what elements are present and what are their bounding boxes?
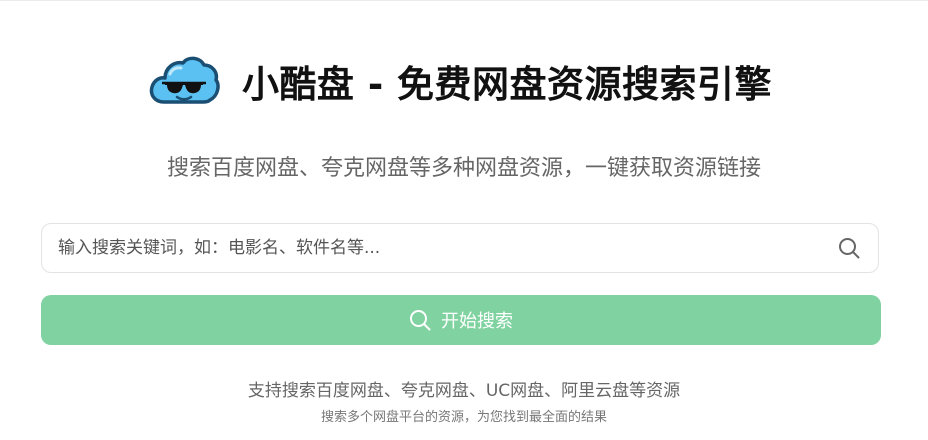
footer-description: 搜索多个网盘平台的资源，为您找到最全面的结果 — [320, 410, 607, 425]
cool-cloud-sunglasses-icon — [148, 52, 220, 110]
start-search-button[interactable]: 开始搜索 — [41, 295, 881, 345]
start-search-label: 开始搜索 — [441, 311, 513, 332]
search-icon — [409, 309, 431, 331]
site-title: 小酷盘 - 免费网盘资源搜索引擎 — [241, 63, 773, 106]
top-divider — [0, 0, 928, 1]
search-input[interactable] — [42, 225, 837, 271]
supported-platforms-text: 支持搜索百度网盘、夸克网盘、UC网盘、阿里云盘等资源 — [247, 381, 681, 401]
search-icon[interactable] — [837, 236, 861, 260]
site-header: 小酷盘 - 免费网盘资源搜索引擎 — [0, 50, 928, 112]
search-box[interactable] — [41, 223, 879, 273]
site-subtitle: 搜索百度网盘、夸克网盘等多种网盘资源，一键获取资源链接 — [166, 156, 761, 181]
